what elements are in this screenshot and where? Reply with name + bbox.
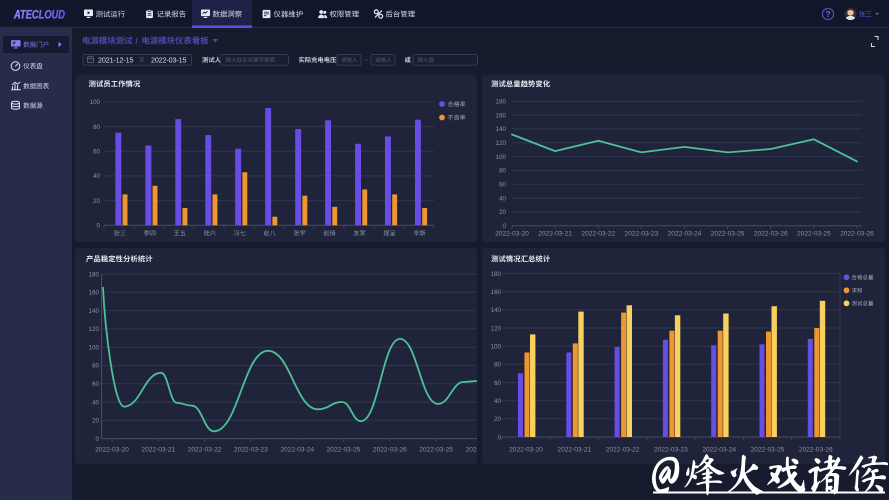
svg-text:2022-03-22: 2022-03-22 [581, 231, 615, 238]
svg-text:120: 120 [491, 325, 502, 332]
svg-text:160: 160 [496, 112, 507, 119]
svg-text:2022-03-24: 2022-03-24 [702, 447, 736, 454]
svg-text:2022-03-20: 2022-03-20 [509, 447, 543, 454]
svg-text:40: 40 [494, 398, 501, 405]
svg-text:2022-03-23: 2022-03-23 [625, 231, 659, 238]
svg-text:80: 80 [494, 362, 501, 369]
svg-text:2022-03-21: 2022-03-21 [557, 447, 591, 454]
svg-text:20: 20 [494, 416, 501, 423]
svg-text:0: 0 [96, 436, 100, 443]
svg-text:2022-03-24: 2022-03-24 [280, 447, 314, 454]
svg-text:120: 120 [496, 140, 507, 147]
svg-text:2022-03-23: 2022-03-23 [234, 447, 268, 454]
svg-text:160: 160 [89, 290, 100, 297]
svg-text:2022-03-26: 2022-03-26 [373, 447, 407, 454]
svg-text:80: 80 [93, 124, 100, 131]
svg-text:80: 80 [92, 363, 99, 370]
svg-text:2022-03-20: 2022-03-20 [95, 447, 129, 454]
svg-text:80: 80 [499, 168, 506, 175]
svg-text:100: 100 [491, 344, 502, 351]
svg-text:20: 20 [92, 418, 99, 425]
svg-text:180: 180 [496, 99, 507, 106]
svg-text:2022-03-23: 2022-03-23 [654, 447, 688, 454]
svg-text:100: 100 [496, 154, 507, 161]
svg-text:2022-03-25: 2022-03-25 [751, 447, 785, 454]
svg-text:60: 60 [499, 182, 506, 189]
svg-text:2022-03-21: 2022-03-21 [141, 447, 175, 454]
svg-text:2022-03-25: 2022-03-25 [327, 447, 361, 454]
svg-text:2022-03-22: 2022-03-22 [188, 447, 222, 454]
svg-text:0: 0 [498, 434, 502, 441]
svg-text:0: 0 [503, 223, 507, 230]
svg-text:2021-12-15: 2021-12-15 [98, 56, 134, 65]
svg-text:60: 60 [494, 380, 501, 387]
svg-text:2022-03-26: 2022-03-26 [754, 231, 788, 238]
svg-text:40: 40 [499, 195, 506, 202]
svg-text:?: ? [825, 9, 830, 19]
svg-text:140: 140 [491, 307, 502, 314]
svg-text:20: 20 [499, 209, 506, 216]
svg-text:2022-03-25: 2022-03-25 [419, 447, 453, 454]
svg-text:2022-03-26: 2022-03-26 [840, 231, 874, 238]
svg-text:2022-03-25: 2022-03-25 [797, 231, 831, 238]
svg-text:120: 120 [89, 326, 100, 333]
svg-text:0: 0 [97, 223, 101, 230]
svg-text:140: 140 [496, 126, 507, 133]
svg-text:100: 100 [90, 99, 101, 106]
svg-text:180: 180 [89, 271, 100, 278]
svg-text:40: 40 [92, 399, 99, 406]
svg-text:2022-03-24: 2022-03-24 [668, 231, 702, 238]
svg-text:100: 100 [89, 345, 100, 352]
svg-text:2022-03-22: 2022-03-22 [606, 447, 640, 454]
svg-text:2022-03-25: 2022-03-25 [711, 231, 745, 238]
svg-text:20: 20 [93, 198, 100, 205]
svg-text:2022-03-26: 2022-03-26 [799, 447, 833, 454]
svg-text:ATECLOUD: ATECLOUD [13, 10, 65, 22]
svg-text:2022-03-15: 2022-03-15 [151, 56, 187, 65]
svg-text:140: 140 [89, 308, 100, 315]
svg-text:160: 160 [491, 289, 502, 296]
svg-text:~: ~ [365, 55, 370, 64]
svg-text:60: 60 [93, 149, 100, 156]
svg-text:40: 40 [93, 173, 100, 180]
svg-text:60: 60 [92, 381, 99, 388]
svg-text:2022-03-21: 2022-03-21 [538, 231, 572, 238]
svg-text:180: 180 [491, 271, 502, 278]
svg-text:2022-03-20: 2022-03-20 [495, 231, 529, 238]
